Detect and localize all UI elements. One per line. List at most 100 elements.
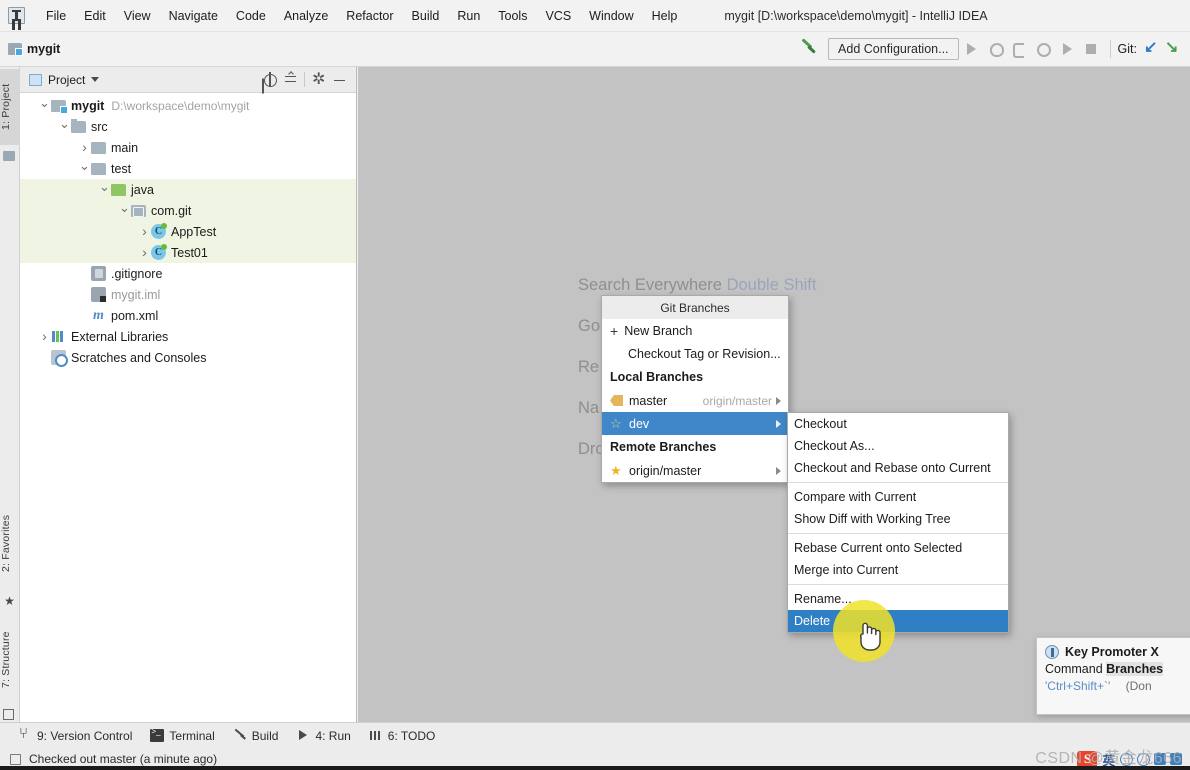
chevron-down-icon[interactable] [118, 203, 131, 219]
context-item-checkout-and-rebase-onto-current[interactable]: Checkout and Rebase onto Current [788, 457, 1008, 479]
hammer-icon[interactable] [798, 39, 818, 59]
tree-row-pom-xml[interactable]: m pom.xml [20, 305, 356, 326]
profile-icon[interactable] [1031, 38, 1055, 60]
chevron-right-icon[interactable] [138, 245, 151, 261]
bottom-item-run[interactable]: 4: Run [296, 729, 351, 743]
chevron-down-icon[interactable] [38, 98, 51, 114]
screen-edge [0, 766, 1190, 770]
branch-context-menu: Checkout Checkout As... Checkout and Reb… [787, 412, 1009, 633]
update-project-icon[interactable] [1144, 37, 1160, 57]
key-promoter-notification[interactable]: Key Promoter X Command Branches 'Ctrl+Sh… [1036, 637, 1190, 715]
debug-icon[interactable] [983, 38, 1007, 60]
menu-build[interactable]: Build [403, 5, 449, 27]
tree-row-mygit[interactable]: mygit D:\workspace\demo\mygit [20, 95, 356, 116]
run-icon[interactable] [959, 38, 983, 60]
breadcrumb[interactable]: mygit [27, 42, 60, 56]
chevron-down-icon[interactable] [98, 182, 111, 198]
context-item-rebase-current-onto-selected[interactable]: Rebase Current onto Selected [788, 537, 1008, 559]
menu-code[interactable]: Code [227, 5, 275, 27]
menu-help[interactable]: Help [643, 5, 687, 27]
menu-item-new-branch[interactable]: + New Branch [602, 319, 788, 342]
scratches-icon [51, 350, 68, 367]
collapse-all-icon[interactable] [280, 70, 301, 90]
tree-row-src[interactable]: src [20, 116, 356, 137]
tree-row-scratches-and-consoles[interactable]: Scratches and Consoles [20, 347, 356, 368]
ime-panel-icon[interactable] [1154, 753, 1166, 765]
chevron-right-icon[interactable] [38, 329, 51, 345]
chevron-down-icon[interactable] [58, 119, 71, 135]
project-tool-window: Project mygit D:\workspace\demo\mygit [20, 67, 357, 722]
intellij-idea-window: File Edit View Navigate Code Analyze Ref… [0, 0, 1190, 770]
menu-run[interactable]: Run [448, 5, 489, 27]
context-item-merge-into-current[interactable]: Merge into Current [788, 559, 1008, 581]
menu-file[interactable]: File [37, 5, 75, 27]
branch-item-dev[interactable]: ☆ dev [602, 412, 788, 435]
project-panel-title[interactable]: Project [48, 73, 85, 87]
menu-item-checkout-tag-or-revision[interactable]: Checkout Tag or Revision... [602, 342, 788, 365]
ime-keyboard-icon[interactable] [1120, 752, 1133, 766]
context-item-label: Show Diff with Working Tree [794, 512, 951, 526]
menu-navigate[interactable]: Navigate [160, 5, 227, 27]
menu-item-label: New Branch [624, 323, 693, 338]
context-item-rename[interactable]: Rename... [788, 588, 1008, 610]
tree-row-apptest[interactable]: C AppTest [20, 221, 356, 242]
key-promoter-shortcut: 'Ctrl+Shift+`' [1045, 679, 1111, 693]
context-item-checkout-as[interactable]: Checkout As... [788, 435, 1008, 457]
test-source-folder-icon [111, 183, 126, 196]
tree-row-main[interactable]: main [20, 137, 356, 158]
tree-row-com-git[interactable]: com.git [20, 200, 356, 221]
bottom-item-label: Terminal [169, 728, 215, 743]
add-configuration-button[interactable]: Add Configuration... [828, 38, 959, 60]
bottom-item-version-control[interactable]: 9: Version Control [18, 725, 132, 743]
select-opened-file-icon[interactable] [259, 70, 280, 90]
menu-edit[interactable]: Edit [75, 5, 115, 27]
tree-row-test[interactable]: test [20, 158, 356, 179]
context-item-show-diff-with-working-tree[interactable]: Show Diff with Working Tree [788, 508, 1008, 530]
ime-pen-icon[interactable] [1137, 752, 1150, 766]
bottom-item-terminal[interactable]: Terminal [150, 727, 215, 743]
rerun-icon[interactable] [1055, 38, 1079, 60]
menu-vcs[interactable]: VCS [536, 5, 580, 27]
chevron-down-icon[interactable] [91, 77, 100, 82]
tree-row-gitignore[interactable]: .gitignore [20, 263, 356, 284]
sidebar-item-project[interactable]: 1: Project [0, 69, 20, 145]
tree-row-test01[interactable]: C Test01 [20, 242, 356, 263]
bottom-item-todo[interactable]: 6: TODO [369, 729, 435, 743]
chevron-right-icon[interactable] [138, 224, 151, 240]
module-icon [8, 43, 23, 56]
bottom-item-build[interactable]: Build [233, 729, 279, 743]
tree-row-external-libraries[interactable]: External Libraries [20, 326, 356, 347]
menu-window[interactable]: Window [580, 5, 642, 27]
settings-gear-icon[interactable] [308, 69, 329, 90]
menu-file-label: File [46, 8, 67, 23]
menu-analyze[interactable]: Analyze [275, 5, 337, 27]
run-with-coverage-icon[interactable] [1007, 38, 1031, 60]
menu-view[interactable]: View [115, 5, 160, 27]
menu-refactor-label: Refactor [346, 8, 394, 23]
tree-label: Test01 [171, 245, 208, 260]
event-log-icon[interactable] [10, 753, 21, 765]
source-folder-icon [71, 118, 86, 133]
menu-refactor[interactable]: Refactor [337, 5, 402, 27]
context-item-checkout[interactable]: Checkout [788, 413, 1008, 435]
tag-icon [610, 395, 623, 406]
branch-item-master[interactable]: master origin/master [602, 389, 788, 412]
menu-tools[interactable]: Tools [489, 5, 536, 27]
chevron-right-icon[interactable] [78, 140, 91, 156]
branch-item-origin-master[interactable]: ★ origin/master [602, 459, 788, 482]
sogou-ime-logo-icon[interactable]: S [1077, 750, 1098, 768]
menu-view-label: View [123, 8, 151, 23]
sidebar-item-structure[interactable]: 7: Structure [0, 615, 20, 705]
commit-icon[interactable] [1165, 37, 1181, 57]
sidebar-item-favorites[interactable]: 2: Favorites [0, 497, 20, 589]
module-folder-icon [51, 99, 68, 114]
tree-row-java[interactable]: java [20, 179, 356, 200]
stop-icon[interactable] [1079, 38, 1103, 60]
chevron-down-icon[interactable] [78, 161, 91, 177]
context-item-delete[interactable]: Delete [788, 610, 1008, 632]
ime-tools-icon[interactable] [1170, 753, 1182, 765]
tree-row-mygit-iml[interactable]: mygit.iml [20, 284, 356, 305]
menu-edit-label: Edit [84, 8, 106, 23]
context-item-compare-with-current[interactable]: Compare with Current [788, 486, 1008, 508]
hide-icon[interactable] [329, 70, 350, 90]
